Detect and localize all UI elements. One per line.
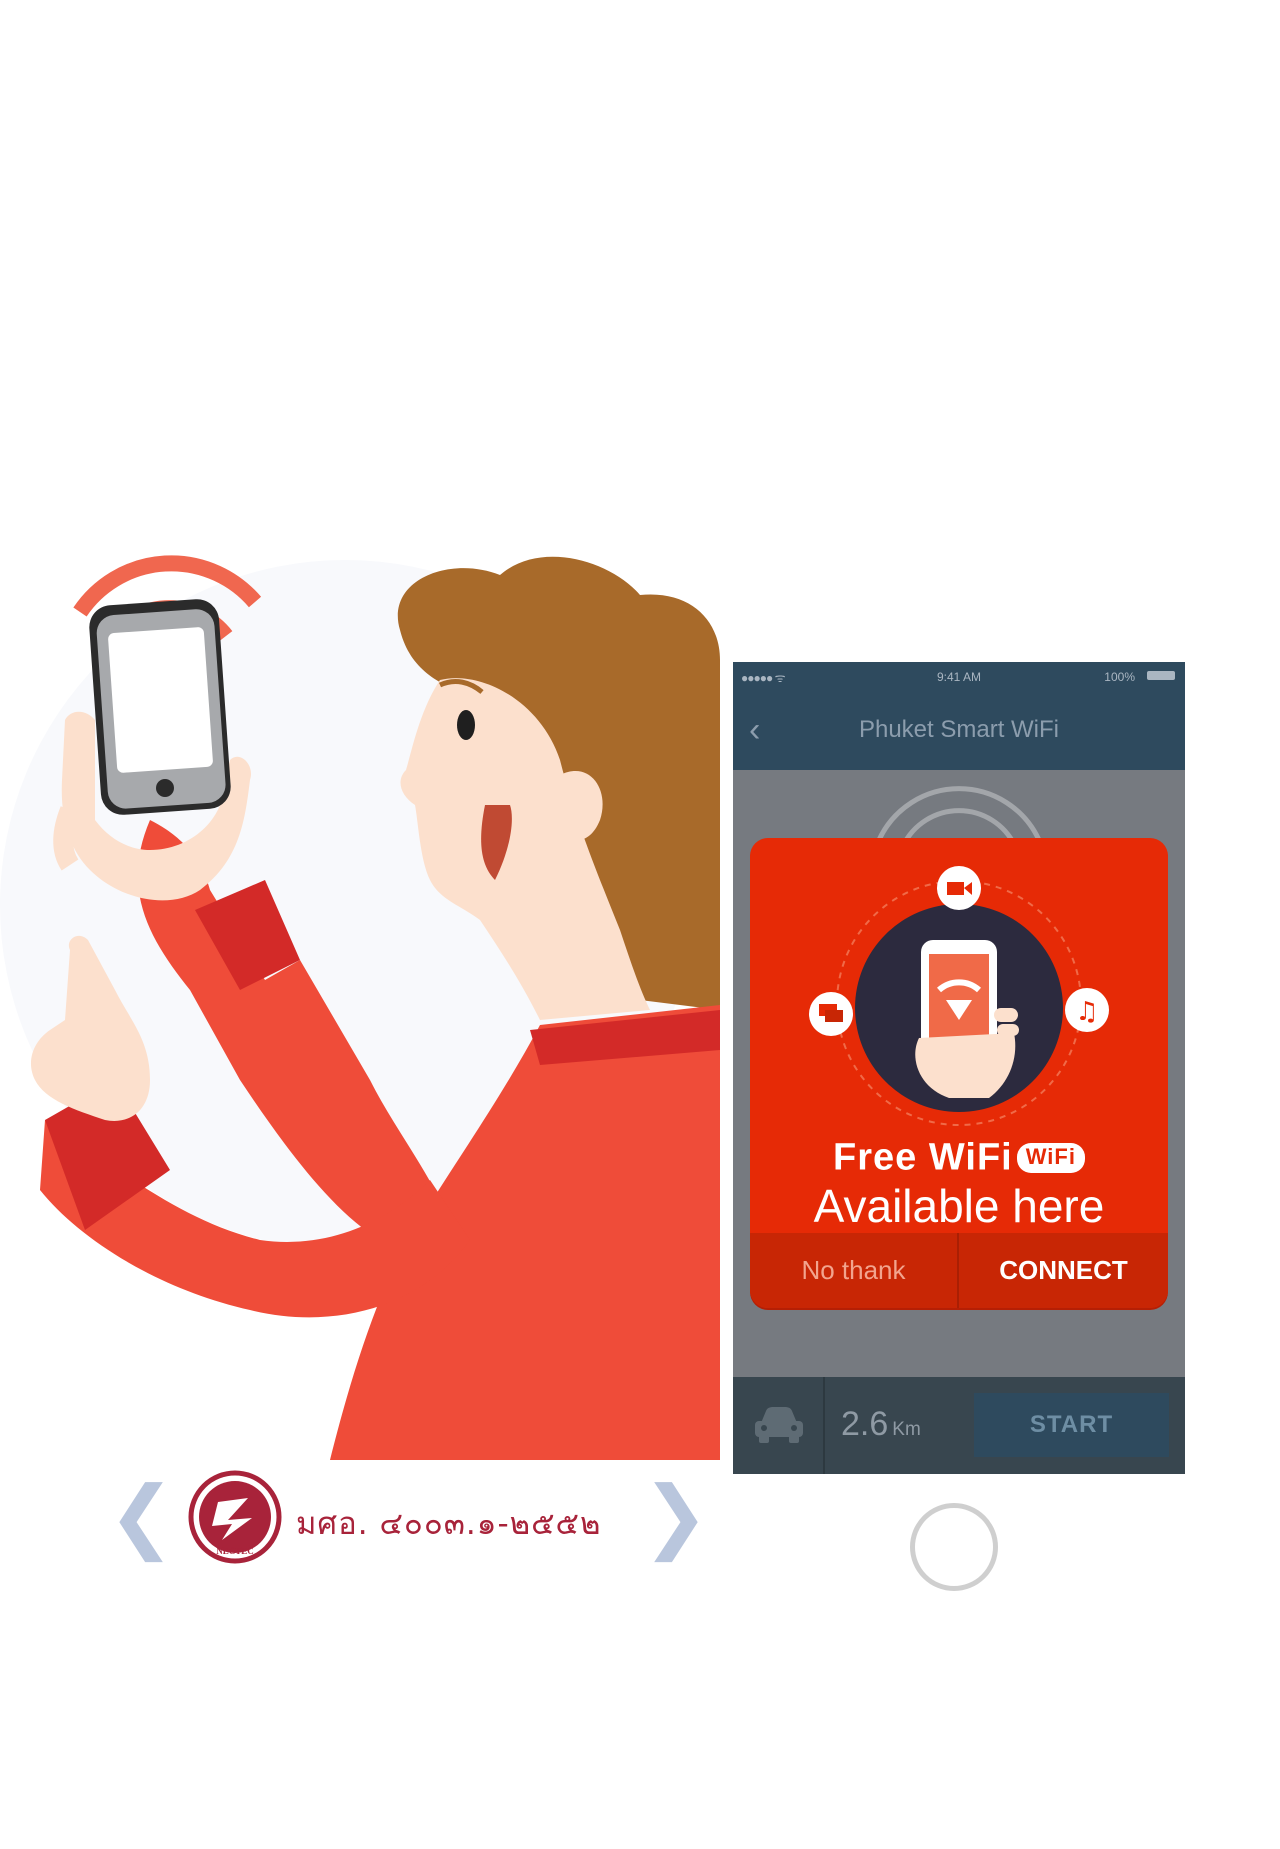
nav-title: Phuket Smart WiFi [858, 716, 1060, 743]
person-with-phone-illustration [0, 555, 720, 1460]
battery-icon [1147, 671, 1175, 680]
svg-text:♫: ♫ [1075, 997, 1098, 1027]
svg-text:NECTEC: NECTEC [216, 1546, 254, 1556]
video-camera-icon [937, 866, 981, 910]
held-phone [89, 599, 231, 815]
dialog-subtitle: Available here [813, 1180, 1105, 1232]
eye [457, 710, 475, 740]
distance-readout: 2.6 Km [841, 1405, 921, 1444]
phone-screen: ●●●●● ᯤ 9:41 AM 100% Phuket Smart WiFi ‹ [733, 662, 1185, 1474]
battery-level: 100% [1104, 670, 1135, 684]
dialog-title: Free WiFi WiFi [750, 1135, 1168, 1179]
start-button[interactable]: START [974, 1393, 1169, 1457]
home-button[interactable] [910, 1503, 998, 1591]
previous-arrow-icon[interactable]: ❮ [108, 1476, 175, 1556]
navigation-bar: Phuket Smart WiFi ‹ [733, 690, 1185, 770]
car-icon [755, 1407, 803, 1443]
next-arrow-icon[interactable]: ❯ [642, 1476, 709, 1556]
dialog-illustration: ♫ [809, 866, 1109, 1126]
chat-icon [809, 992, 853, 1036]
wifi-badge: WiFi [1016, 1142, 1085, 1173]
nectec-logo: NECTEC [188, 1470, 282, 1564]
distance-value: 2.6 [841, 1405, 889, 1443]
status-bar: ●●●●● ᯤ 9:41 AM 100% [733, 662, 1185, 690]
divider [823, 1377, 825, 1474]
dialog-actions: No thank CONNECT [750, 1233, 1168, 1308]
bottom-bar: 2.6 Km START [733, 1377, 1185, 1474]
distance-unit: Km [892, 1419, 921, 1440]
certification-row: ❮ NECTEC มศอ. ๔๐๐๓.๑-๒๕๕๒ ❯ [100, 1468, 709, 1568]
back-chevron-icon[interactable]: ‹ [749, 710, 779, 750]
connect-button[interactable]: CONNECT [959, 1233, 1168, 1308]
music-note-icon: ♫ [1065, 988, 1109, 1032]
standard-code-label: มศอ. ๔๐๐๓.๑-๒๕๕๒ [296, 1506, 602, 1542]
wifi-dialog: ♫ Free WiFi WiFi Available here No thank … [750, 838, 1168, 1308]
decline-button[interactable]: No thank [750, 1233, 959, 1308]
